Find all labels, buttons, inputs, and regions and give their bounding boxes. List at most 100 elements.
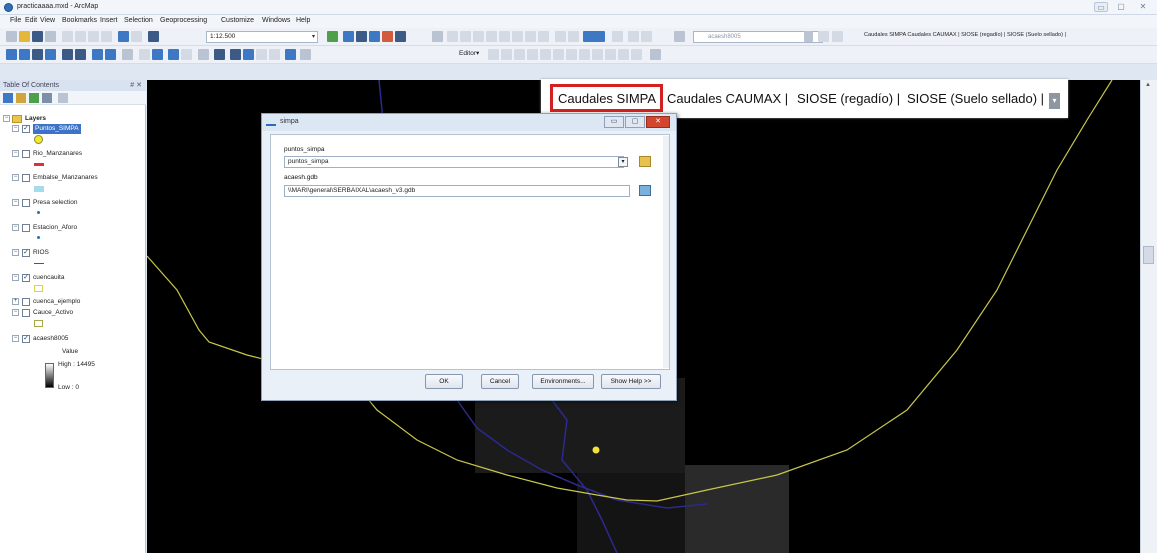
tool-icon[interactable] — [568, 31, 579, 42]
pan-icon[interactable] — [32, 49, 43, 60]
dialog-minimize-button[interactable]: ▭ — [604, 116, 624, 128]
chevron-down-icon[interactable]: ▾ — [618, 157, 628, 167]
layer-name[interactable]: cuencauita — [33, 273, 64, 283]
layer-name[interactable]: Estacion_Aforo — [33, 223, 77, 233]
puntos-simpa-combo[interactable]: puntos_simpa — [284, 156, 624, 168]
zoom-out-icon[interactable] — [19, 49, 30, 60]
back-icon[interactable] — [92, 49, 103, 60]
collapse-icon[interactable]: − — [12, 335, 19, 342]
bookmark-siose-regadio[interactable]: SIOSE (regadío) | — [797, 91, 900, 106]
time-slider-icon[interactable] — [269, 49, 280, 60]
collapse-icon[interactable]: − — [12, 199, 19, 206]
cancel-button[interactable]: Cancel — [481, 374, 519, 389]
edit-tool-icon[interactable] — [514, 49, 525, 60]
dialog-close-button[interactable]: ✕ — [646, 116, 670, 128]
copy-icon[interactable] — [75, 31, 86, 42]
delete-icon[interactable] — [101, 31, 112, 42]
layer-name[interactable]: Rio_Manzanares — [33, 149, 82, 159]
full-extent-icon[interactable] — [45, 49, 56, 60]
menu-geoprocessing[interactable]: Geoprocessing — [160, 17, 207, 24]
layer-row-cuencauita[interactable]: − ✓ cuencauita — [0, 273, 140, 283]
dialog-title-bar[interactable]: simpa ▭ ▢ ✕ — [262, 114, 676, 131]
toc-window-icon[interactable] — [343, 31, 354, 42]
edit-tool-icon[interactable] — [631, 49, 642, 60]
redo-icon[interactable] — [131, 31, 142, 42]
html-popup-icon[interactable] — [198, 49, 209, 60]
layer-row-rios[interactable]: − ✓ RIOS — [0, 248, 140, 258]
list-by-visibility-icon[interactable] — [29, 93, 39, 103]
layer-name[interactable]: Presa selection — [33, 198, 77, 208]
tool-icon[interactable] — [525, 31, 536, 42]
zoom-in-icon[interactable] — [6, 49, 17, 60]
menu-customize[interactable]: Customize — [221, 17, 254, 24]
edit-tool-icon[interactable] — [540, 49, 551, 60]
list-by-source-icon[interactable] — [16, 93, 26, 103]
layer-name[interactable]: acaesh8005 — [33, 334, 68, 344]
tool-icon[interactable] — [460, 31, 471, 42]
chevron-down-icon[interactable] — [804, 31, 813, 42]
tool-icon[interactable] — [832, 31, 843, 42]
browse-workspace-icon[interactable] — [639, 185, 651, 196]
tool-icon[interactable] — [628, 31, 639, 42]
expand-icon[interactable]: + — [12, 298, 19, 305]
collapse-icon[interactable]: − — [12, 150, 19, 157]
layer-row-puntos-simpa[interactable]: − ✓ Puntos_SIMPA — [0, 124, 140, 134]
toc-pin-close[interactable]: # ✕ — [130, 80, 142, 91]
layer-row-embalse-manzanares[interactable]: − Embalse_Manzanares — [0, 173, 140, 183]
print-icon[interactable] — [45, 31, 56, 42]
acaesh-gdb-input[interactable]: \\MARI\general\SERBAIXAL\acaesh_v3.gdb — [284, 185, 630, 197]
collapse-icon[interactable]: − — [12, 224, 19, 231]
simpa-point[interactable] — [592, 446, 600, 454]
layer-visibility-checkbox[interactable] — [22, 298, 30, 306]
dialog-maximize-button[interactable]: ▢ — [625, 116, 645, 128]
catalog-window-icon[interactable] — [356, 31, 367, 42]
edit-tool-icon[interactable] — [618, 49, 629, 60]
collapse-icon[interactable]: − — [12, 274, 19, 281]
collapse-icon[interactable]: − — [3, 115, 10, 122]
list-by-selection-icon[interactable] — [42, 93, 52, 103]
edit-tool-icon[interactable] — [605, 49, 616, 60]
layer-visibility-checkbox[interactable] — [22, 150, 30, 158]
layer-visibility-checkbox[interactable]: ✓ — [22, 274, 30, 282]
measure-icon[interactable] — [214, 49, 225, 60]
edit-tool-icon[interactable] — [501, 49, 512, 60]
collapse-icon[interactable]: − — [12, 125, 19, 132]
create-viewer-icon[interactable] — [285, 49, 296, 60]
goto-xy-icon[interactable] — [256, 49, 267, 60]
edit-tool-icon[interactable] — [527, 49, 538, 60]
tool-icon[interactable] — [499, 31, 510, 42]
collapse-icon[interactable]: − — [12, 249, 19, 256]
environments-button[interactable]: Environments... — [532, 374, 594, 389]
layer-visibility-checkbox[interactable] — [22, 174, 30, 182]
add-data-icon[interactable] — [148, 31, 159, 42]
menu-view[interactable]: View — [40, 17, 55, 24]
tool-icon[interactable] — [447, 31, 458, 42]
layers-root[interactable]: − Layers — [0, 114, 140, 124]
search-window-icon[interactable] — [369, 31, 380, 42]
scroll-thumb[interactable] — [1143, 246, 1154, 264]
menu-windows[interactable]: Windows — [262, 17, 290, 24]
undo-icon[interactable] — [118, 31, 129, 42]
select-features-icon[interactable] — [122, 49, 133, 60]
close-button[interactable]: ✕ — [1136, 2, 1150, 12]
layer-visibility-checkbox[interactable]: ✓ — [22, 335, 30, 343]
chevron-down-icon[interactable]: ▾ — [1049, 93, 1060, 109]
layer-row-cuenca-ejemplo[interactable]: + cuenca_ejemplo — [0, 297, 140, 307]
map-vertical-scrollbar[interactable]: ▲ — [1140, 80, 1157, 553]
save-icon[interactable] — [32, 31, 43, 42]
layer-row-acaesh8005[interactable]: − ✓ acaesh8005 — [0, 334, 140, 344]
open-icon[interactable] — [19, 31, 30, 42]
tool-icon[interactable] — [512, 31, 523, 42]
edit-tool-icon[interactable] — [566, 49, 577, 60]
layer-name[interactable]: Puntos_SIMPA — [33, 124, 81, 134]
edit-tool-icon[interactable] — [579, 49, 590, 60]
menu-file[interactable]: File — [10, 17, 21, 24]
python-window-icon[interactable] — [395, 31, 406, 42]
maximize-button[interactable]: ▢ — [1114, 2, 1128, 12]
layer-visibility-checkbox[interactable] — [22, 224, 30, 232]
ok-button[interactable]: OK — [425, 374, 463, 389]
layer-row-cauce-activo[interactable]: − Cauce_Activo — [0, 308, 140, 318]
menu-edit[interactable]: Edit — [25, 17, 37, 24]
layer-visibility-checkbox[interactable]: ✓ — [22, 249, 30, 257]
show-help-button[interactable]: Show Help >> — [601, 374, 661, 389]
